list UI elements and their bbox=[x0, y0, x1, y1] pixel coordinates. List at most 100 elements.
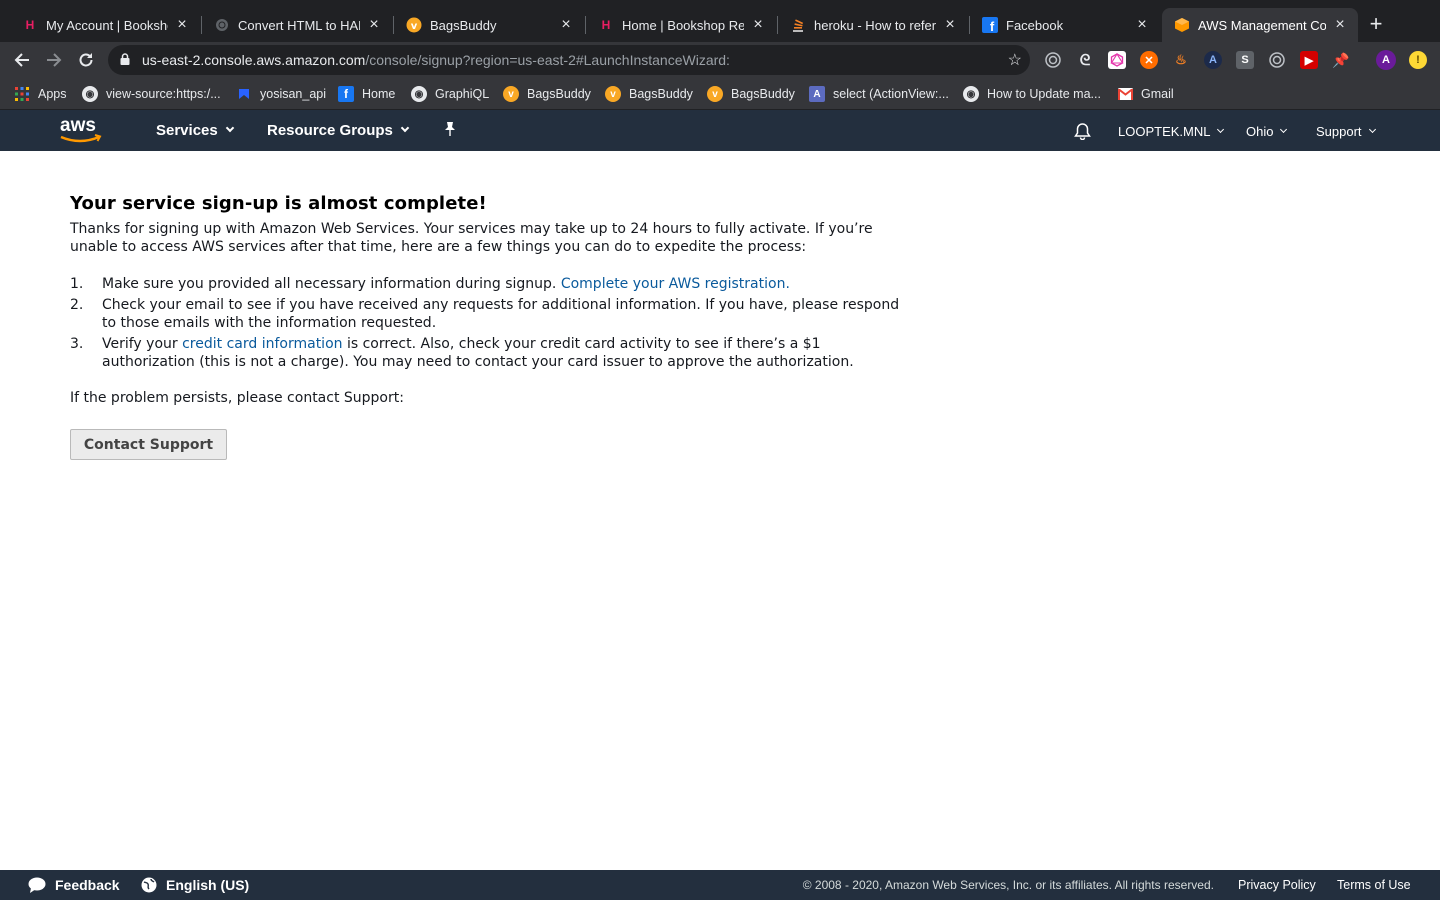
bookmark-label: yosisan_api bbox=[260, 87, 327, 101]
privacy-policy-link[interactable]: Privacy Policy bbox=[1238, 878, 1316, 892]
resource-groups-menu[interactable]: Resource Groups bbox=[267, 122, 410, 139]
bookmark-item[interactable]: ◉ view-source:https:/... bbox=[82, 85, 221, 103]
step-number: 1. bbox=[70, 276, 84, 292]
globe-icon: ◉ bbox=[963, 86, 979, 102]
chevron-down-icon bbox=[1368, 125, 1376, 134]
bookmark-item[interactable]: A select (ActionView:... bbox=[809, 85, 949, 103]
bookmark-item[interactable]: f Home bbox=[338, 85, 395, 103]
account-menu[interactable]: LOOPTEK.MNL bbox=[1118, 124, 1225, 139]
bookmark-item[interactable]: v BagsBuddy bbox=[707, 85, 795, 103]
bookmark-label: How to Update ma... bbox=[987, 87, 1101, 101]
notifications-bell-icon[interactable] bbox=[1074, 122, 1091, 140]
bookmark-item[interactable]: v BagsBuddy bbox=[503, 85, 591, 103]
extension-close-x-icon[interactable]: ✕ bbox=[1140, 51, 1158, 69]
back-icon[interactable] bbox=[10, 48, 34, 72]
tab-title: Home | Bookshop Resp bbox=[622, 17, 744, 33]
globe-icon: ◉ bbox=[82, 86, 98, 102]
close-icon[interactable]: × bbox=[1134, 17, 1150, 33]
list-item: 1. Make sure you provided all necessary … bbox=[70, 275, 900, 293]
extension-jquery-icon[interactable]: ᘓ bbox=[1076, 51, 1094, 69]
chevron-down-icon bbox=[400, 123, 410, 132]
globe-icon bbox=[141, 877, 157, 893]
intro-text: Thanks for signing up with Amazon Web Se… bbox=[70, 221, 873, 255]
bookmark-star-icon[interactable]: ☆ bbox=[1008, 50, 1022, 70]
bookmark-item[interactable]: yosisan_api bbox=[236, 85, 326, 103]
close-icon[interactable]: × bbox=[942, 17, 958, 33]
tab-bagsbuddy[interactable]: v BagsBuddy × bbox=[394, 8, 584, 42]
aws-nav-bar: aws Services Resource Groups LOOPTEK.MNL… bbox=[0, 110, 1440, 151]
svg-text:v: v bbox=[411, 21, 418, 32]
globe-icon: ◉ bbox=[411, 86, 427, 102]
heroku-icon: H bbox=[25, 18, 35, 32]
facebook-icon: f bbox=[982, 17, 998, 33]
bookmark-label: BagsBuddy bbox=[731, 87, 795, 101]
bookmark-item[interactable]: ◉ How to Update ma... bbox=[963, 85, 1101, 103]
complete-registration-link[interactable]: Complete your AWS registration. bbox=[561, 276, 790, 292]
extension-a-icon[interactable]: A bbox=[1204, 51, 1222, 69]
contact-support-button[interactable]: Contact Support bbox=[70, 429, 227, 460]
aws-logo-icon[interactable]: aws bbox=[58, 115, 104, 147]
extension-java-icon[interactable]: ♨ bbox=[1172, 51, 1190, 69]
support-label: Support bbox=[1316, 124, 1362, 139]
bookmark-label: BagsBuddy bbox=[629, 87, 693, 101]
close-icon[interactable]: × bbox=[558, 17, 574, 33]
bagsbuddy-icon: v bbox=[503, 86, 519, 102]
extension-media-icon[interactable]: ▶ bbox=[1300, 51, 1318, 69]
feedback-button[interactable]: Feedback bbox=[28, 877, 120, 893]
signup-notice: Your service sign-up is almost complete!… bbox=[70, 193, 900, 407]
close-icon[interactable]: × bbox=[1332, 17, 1348, 33]
bookmarks-bar: Apps ◉ view-source:https:/... yosisan_ap… bbox=[0, 78, 1440, 110]
extension-graphql-icon[interactable] bbox=[1108, 51, 1126, 69]
services-label: Services bbox=[156, 122, 218, 139]
console-footer: Feedback English (US) © 2008 - 2020, Ama… bbox=[0, 870, 1440, 900]
tab-my-account[interactable]: H My Account | Bookshop × bbox=[10, 8, 200, 42]
url-path: /console/signup?region=us-east-2#LaunchI… bbox=[365, 52, 730, 68]
new-tab-icon[interactable]: + bbox=[1364, 13, 1388, 37]
tab-convert-html[interactable]: Convert HTML to HAML × bbox=[202, 8, 392, 42]
bookmark-label: Gmail bbox=[1141, 87, 1174, 101]
tab-title: Facebook bbox=[1006, 17, 1064, 33]
browser-tab-strip: H My Account | Bookshop × Convert HTML t… bbox=[0, 0, 1440, 42]
language-label: English (US) bbox=[166, 877, 250, 893]
bookmark-label: select (ActionView:... bbox=[833, 87, 949, 101]
support-menu[interactable]: Support bbox=[1316, 124, 1376, 139]
pin-icon[interactable] bbox=[443, 121, 457, 137]
tab-title: BagsBuddy bbox=[430, 17, 497, 33]
gmail-icon bbox=[1117, 86, 1133, 102]
tab-facebook[interactable]: f Facebook × bbox=[970, 8, 1160, 42]
bookmark-label: view-source:https:/... bbox=[106, 87, 221, 101]
bookmark-item[interactable]: ◉ GraphiQL bbox=[411, 85, 489, 103]
tab-aws-console[interactable]: AWS Management Cons × bbox=[1162, 8, 1358, 42]
browser-toolbar: us-east-2.console.aws.amazon.com/console… bbox=[0, 42, 1440, 78]
account-label: LOOPTEK.MNL bbox=[1118, 124, 1211, 139]
terms-of-use-link[interactable]: Terms of Use bbox=[1337, 878, 1411, 892]
copyright-text: © 2008 - 2020, Amazon Web Services, Inc.… bbox=[802, 878, 1214, 892]
bookmark-item[interactable]: v BagsBuddy bbox=[605, 85, 693, 103]
steps-list: 1. Make sure you provided all necessary … bbox=[70, 275, 900, 371]
services-menu[interactable]: Services bbox=[156, 122, 234, 139]
list-item: 3. Verify your credit card information i… bbox=[70, 335, 900, 371]
step-text: Verify your bbox=[102, 336, 183, 352]
bookmark-item[interactable]: Gmail bbox=[1117, 85, 1174, 103]
update-alert-icon[interactable]: ! bbox=[1409, 51, 1427, 69]
forward-icon[interactable] bbox=[42, 48, 66, 72]
extension-target-icon[interactable] bbox=[1268, 51, 1286, 69]
facebook-icon: f bbox=[338, 86, 354, 102]
bagsbuddy-icon: v bbox=[406, 17, 422, 33]
close-icon[interactable]: × bbox=[750, 17, 766, 33]
close-icon[interactable]: × bbox=[174, 17, 190, 33]
language-selector[interactable]: English (US) bbox=[141, 877, 249, 893]
address-bar[interactable]: us-east-2.console.aws.amazon.com/console… bbox=[108, 45, 1030, 75]
credit-card-info-link[interactable]: credit card information bbox=[182, 336, 342, 352]
region-menu[interactable]: Ohio bbox=[1246, 124, 1288, 139]
profile-avatar[interactable]: A bbox=[1376, 50, 1396, 70]
tab-home-bookshop[interactable]: H Home | Bookshop Resp × bbox=[586, 8, 776, 42]
close-icon[interactable]: × bbox=[366, 17, 382, 33]
bookmark-label: Apps bbox=[38, 87, 67, 101]
reload-icon[interactable] bbox=[74, 48, 98, 72]
extension-target-icon[interactable] bbox=[1044, 51, 1062, 69]
extension-s-icon[interactable]: S bbox=[1236, 51, 1254, 69]
extension-pin-icon[interactable]: 📌 bbox=[1332, 51, 1350, 69]
bookmark-item[interactable]: Apps bbox=[14, 85, 67, 103]
tab-heroku-stackoverflow[interactable]: heroku - How to referen × bbox=[778, 8, 968, 42]
